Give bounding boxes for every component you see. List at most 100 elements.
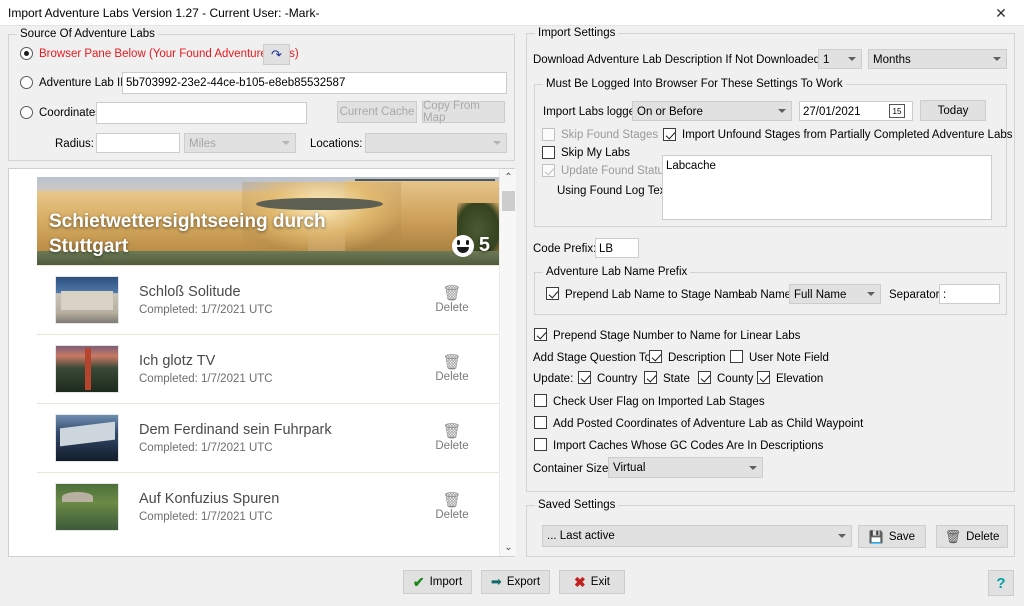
- import-labs-logged-select[interactable]: On or Before: [632, 101, 792, 121]
- prepend-stage-number-checkbox[interactable]: [534, 328, 547, 341]
- trash-icon: 🗑: [442, 423, 462, 440]
- description-label: Description: [668, 352, 726, 364]
- county-label: County: [717, 373, 754, 385]
- skip-my-labs-label: Skip My Labs: [561, 147, 631, 159]
- delete-stage-button[interactable]: 🗑 Delete: [424, 423, 480, 453]
- description-checkbox[interactable]: [649, 350, 662, 363]
- export-label: Export: [506, 576, 541, 588]
- import-settings-legend: Import Settings: [535, 27, 619, 39]
- today-button[interactable]: Today: [920, 100, 986, 121]
- using-found-log-text-label: Using Found Log Text:: [557, 185, 672, 197]
- adventure-lab-id-input[interactable]: 5b703992-23e2-44ce-b105-e8eb85532587: [122, 72, 507, 94]
- floppy-disk-icon: 💾: [868, 529, 884, 544]
- county-checkbox[interactable]: [698, 371, 711, 384]
- chevron-down-icon: [778, 109, 786, 113]
- elevation-checkbox[interactable]: [757, 371, 770, 384]
- log-date-value: 27/01/2021: [803, 106, 861, 118]
- saved-settings-select[interactable]: ... Last active: [542, 525, 852, 547]
- delete-stage-button[interactable]: 🗑 Delete: [424, 493, 480, 522]
- coordinates-input[interactable]: [96, 102, 307, 124]
- lab-name-label: Lab Name:: [738, 289, 795, 301]
- import-caches-gc-label: Import Caches Whose GC Codes Are In Desc…: [553, 440, 824, 452]
- save-label: Save: [888, 530, 916, 543]
- radio-adventure-lab-id[interactable]: [20, 76, 33, 89]
- refresh-button[interactable]: ↷: [263, 44, 290, 65]
- export-button[interactable]: ➡ Export: [481, 570, 550, 594]
- stage-status: Completed: 1/7/2021 UTC: [139, 510, 273, 523]
- skip-my-labs-checkbox[interactable]: [542, 146, 555, 159]
- list-item[interactable]: Schloß Solitude Completed: 1/7/2021 UTC …: [37, 265, 504, 334]
- import-labs-logged-label: Import Labs logged: [543, 106, 642, 118]
- download-description-label: Download Adventure Lab Description If No…: [533, 54, 858, 66]
- browser-pane[interactable]: Schietwettersightseeing durch Stuttgart …: [8, 168, 515, 557]
- stage-name: Schloß Solitude: [139, 283, 241, 300]
- hero-fountain-bowl: [256, 198, 383, 210]
- app-window: Import Adventure Labs Version 1.27 - Cur…: [0, 0, 1024, 606]
- chevron-down-icon: [848, 57, 856, 61]
- stage-status: Completed: 1/7/2021 UTC: [139, 303, 273, 316]
- radius-label: Radius:: [55, 138, 94, 150]
- skip-found-stages-checkbox[interactable]: [542, 128, 555, 141]
- download-unit-select[interactable]: Months: [868, 49, 1007, 69]
- delete-settings-button[interactable]: 🗑 Delete: [936, 525, 1008, 548]
- container-size-select[interactable]: Virtual: [608, 457, 763, 478]
- scrollbar-thumb[interactable]: [502, 191, 515, 211]
- update-label: Update:: [533, 373, 574, 385]
- import-unfound-stages-checkbox[interactable]: [663, 128, 676, 141]
- help-button[interactable]: ?: [988, 570, 1014, 596]
- copy-from-map-button[interactable]: Copy From Map: [422, 100, 505, 124]
- radio-coordinates[interactable]: [20, 106, 33, 119]
- lab-name-select[interactable]: Full Name: [789, 284, 881, 304]
- radio-browser-pane[interactable]: [20, 47, 33, 60]
- calendar-icon[interactable]: 15: [889, 104, 905, 118]
- locations-select[interactable]: [365, 133, 507, 153]
- check-user-flag-checkbox[interactable]: [534, 394, 547, 407]
- delete-label: Delete: [966, 530, 1000, 543]
- country-checkbox[interactable]: [578, 371, 591, 384]
- state-label: State: [663, 373, 690, 385]
- exit-button[interactable]: ✖ Exit: [559, 570, 625, 594]
- trash-icon: 🗑: [944, 528, 962, 544]
- lab-hero-banner[interactable]: Schietwettersightseeing durch Stuttgart …: [37, 177, 504, 265]
- chevron-down-icon: [282, 141, 290, 145]
- state-checkbox[interactable]: [644, 371, 657, 384]
- delete-label: Delete: [435, 371, 469, 383]
- delete-label: Delete: [435, 509, 469, 521]
- stage-thumbnail: [55, 276, 119, 324]
- chevron-down-icon: [867, 292, 875, 296]
- scroll-down-button[interactable]: ⌄: [500, 539, 517, 556]
- import-button[interactable]: ✔ Import: [403, 570, 472, 594]
- code-prefix-input[interactable]: LB: [595, 238, 639, 258]
- browser-scrollbar[interactable]: ⌃ ⌄: [499, 169, 516, 556]
- chevron-down-icon: [993, 57, 1001, 61]
- delete-stage-button[interactable]: 🗑 Delete: [424, 354, 480, 384]
- chevron-down-icon: [749, 465, 757, 470]
- add-posted-coordinates-checkbox[interactable]: [534, 416, 547, 429]
- list-item[interactable]: Ich glotz TV Completed: 1/7/2021 UTC 🗑 D…: [37, 334, 504, 403]
- saved-settings-legend: Saved Settings: [535, 499, 619, 511]
- update-found-status-label: Update Found Status: [561, 165, 670, 177]
- user-note-field-checkbox[interactable]: [730, 350, 743, 363]
- add-posted-coordinates-label: Add Posted Coordinates of Adventure Lab …: [553, 418, 864, 430]
- update-found-status-checkbox[interactable]: [542, 164, 555, 177]
- current-cache-button[interactable]: Current Cache: [337, 101, 417, 123]
- window-title: Import Adventure Labs Version 1.27 - Cur…: [8, 6, 320, 20]
- units-select[interactable]: Miles: [184, 133, 296, 153]
- download-unit-value: Months: [873, 54, 911, 66]
- import-unfound-stages-label: Import Unfound Stages from Partially Com…: [682, 129, 1013, 141]
- prepend-lab-name-checkbox[interactable]: [546, 287, 559, 300]
- close-icon[interactable]: ✕: [978, 0, 1024, 26]
- scroll-up-button[interactable]: ⌃: [500, 169, 517, 186]
- download-amount-select[interactable]: 1: [818, 49, 862, 69]
- delete-stage-button[interactable]: 🗑 Delete: [424, 286, 480, 315]
- import-caches-gc-checkbox[interactable]: [534, 438, 547, 451]
- list-item[interactable]: Dem Ferdinand sein Fuhrpark Completed: 1…: [37, 403, 504, 472]
- list-item[interactable]: Auf Konfuzius Spuren Completed: 1/7/2021…: [37, 472, 504, 541]
- found-log-text-input[interactable]: Labcache: [662, 155, 992, 220]
- lab-title: Schietwettersightseeing durch Stuttgart: [49, 211, 326, 257]
- name-prefix-legend: Adventure Lab Name Prefix: [543, 266, 691, 278]
- radius-input[interactable]: [96, 133, 180, 153]
- save-settings-button[interactable]: 💾 Save: [858, 525, 926, 548]
- trash-icon: 🗑: [442, 354, 462, 371]
- separator-input[interactable]: :: [939, 284, 1000, 304]
